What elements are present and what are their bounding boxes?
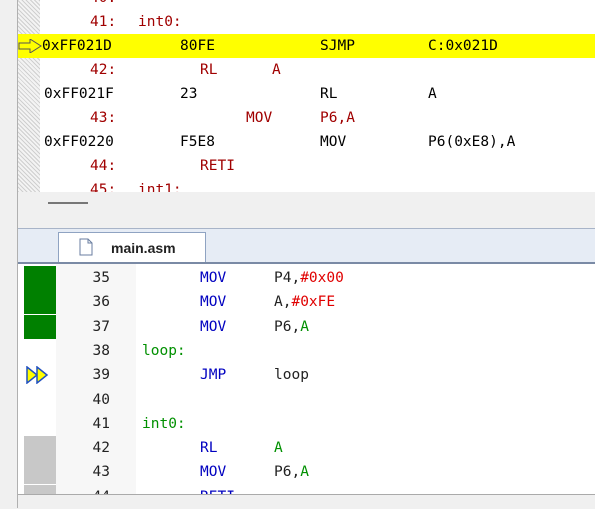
left-panel-edge xyxy=(0,0,18,508)
line-number: 35 xyxy=(92,270,110,286)
source-line-number: 42: xyxy=(90,62,117,78)
source-line-number: 43: xyxy=(90,110,117,126)
code-editor[interactable]: 35 MOV P4,#0x00 36 MOV A,#0xFE 37 MOV P6,A 38 loop… xyxy=(18,262,595,494)
code-line: 38 loop: xyxy=(18,339,595,363)
disasm-source-row: 40: xyxy=(18,0,595,10)
source-line-number: 40: xyxy=(90,0,116,10)
code-label: int0: xyxy=(142,415,186,432)
disasm-instruction-row: 0xFF021F 23 RL A xyxy=(18,82,595,106)
executed-line-marker xyxy=(24,290,56,315)
code-line: 43 MOV P6,A xyxy=(18,460,595,485)
disasm-source-row: 43: MOV P6,A xyxy=(18,106,595,130)
code-line: 40 xyxy=(18,388,595,412)
disasm-address: 0xFF021F xyxy=(44,86,114,102)
code-line: 36 MOV A,#0xFE xyxy=(18,290,595,315)
line-number: 40 xyxy=(92,391,110,408)
disasm-source-row: 44: RETI xyxy=(18,154,595,178)
source-line-number: 44: xyxy=(90,158,117,174)
code-mnemonic: MOV xyxy=(200,464,227,481)
disasm-address: 0xFF0220 xyxy=(44,134,114,150)
line-number: 43 xyxy=(92,464,110,481)
disasm-bytes: 23 xyxy=(180,86,198,102)
code-line: 39 JMP loop xyxy=(18,363,595,387)
code-operands: A,#0xFE xyxy=(274,290,335,314)
disasm-address: 0xFF021D xyxy=(42,38,112,54)
source-operands: A xyxy=(272,62,281,78)
operand-text: loop xyxy=(274,367,309,384)
source-mnemonic: RL xyxy=(200,62,218,78)
code-coverage-marker xyxy=(24,484,56,494)
operand-value: #0x00 xyxy=(300,270,344,286)
scroll-thumb[interactable] xyxy=(48,202,88,204)
source-mnemonic: MOV xyxy=(246,110,273,126)
tab-main-asm[interactable]: main.asm xyxy=(58,232,206,263)
code-mnemonic: RL xyxy=(200,440,218,457)
line-number: 36 xyxy=(92,294,110,311)
disassembly-hscrollbar[interactable] xyxy=(18,192,595,214)
operand-value: A xyxy=(300,318,309,335)
current-instruction-arrow-icon xyxy=(18,39,42,53)
code-line: 41 int0: xyxy=(18,412,595,436)
operand-value: A xyxy=(300,464,309,481)
source-operands: P6,A xyxy=(320,110,355,126)
operand-value: A xyxy=(274,440,283,457)
code-operands: P6,A xyxy=(274,460,309,484)
code-operands: P4,#0x00 xyxy=(274,266,344,290)
code-line: 44 RETI xyxy=(18,484,595,494)
disasm-operands: P6(0xE8),A xyxy=(428,134,516,150)
line-number: 39 xyxy=(92,367,110,384)
operand-text: P4, xyxy=(274,270,301,286)
line-number: 37 xyxy=(92,318,110,335)
disasm-source-row: 41: int0: xyxy=(18,10,595,34)
code-mnemonic: MOV xyxy=(200,318,227,335)
code-coverage-marker xyxy=(24,436,56,461)
disasm-bytes: F5E8 xyxy=(180,134,215,150)
disasm-mnemonic: MOV xyxy=(320,134,347,150)
tab-label: main.asm xyxy=(111,240,176,256)
source-line-number: 41: xyxy=(90,14,117,30)
disasm-mnemonic: SJMP xyxy=(320,38,355,54)
code-coverage-marker xyxy=(24,460,56,485)
operand-text: A, xyxy=(274,294,292,311)
editor-tab-bar: main.asm xyxy=(18,228,595,263)
disasm-mnemonic: RL xyxy=(320,86,338,102)
code-mnemonic: MOV xyxy=(200,270,227,286)
operand-text: P6, xyxy=(274,318,301,335)
code-mnemonic: MOV xyxy=(200,294,227,311)
code-line: 37 MOV P6,A xyxy=(18,314,595,339)
code-label: loop: xyxy=(142,342,186,359)
file-icon xyxy=(79,238,93,256)
execution-pointer-icon xyxy=(26,366,49,385)
code-line: 42 RL A xyxy=(18,436,595,461)
line-number: 41 xyxy=(92,415,110,432)
line-number: 42 xyxy=(92,440,110,457)
code-operands: A xyxy=(274,436,283,460)
disasm-operands: A xyxy=(428,86,437,102)
disasm-instruction-row: 0xFF0220 F5E8 MOV P6(0xE8),A xyxy=(18,130,595,154)
disasm-bytes: 80FE xyxy=(180,38,215,54)
executed-line-marker xyxy=(24,266,56,290)
operand-text: P6, xyxy=(274,464,301,481)
operand-value: #0xFE xyxy=(291,294,336,311)
code-operands: loop xyxy=(274,363,309,387)
line-number: 44 xyxy=(70,485,110,494)
disasm-source-row: 42: RL A xyxy=(18,58,595,82)
disasm-operands: C:0x021D xyxy=(428,38,498,54)
editor-hscrollbar[interactable] xyxy=(18,494,595,509)
executed-line-marker xyxy=(24,314,56,339)
code-mnemonic: RETI xyxy=(200,485,235,494)
code-line: 35 MOV P4,#0x00 xyxy=(18,266,595,290)
source-label: int0: xyxy=(138,14,182,30)
disassembly-pane[interactable]: 40: 41: int0: 0xFF021D 80FE SJMP C:0x021D 42: RL… xyxy=(18,0,595,214)
source-mnemonic: RETI xyxy=(200,158,235,174)
code-mnemonic: JMP xyxy=(200,367,227,384)
code-operands: P6,A xyxy=(274,315,309,339)
line-number: 38 xyxy=(92,342,110,359)
disasm-instruction-row: 0xFF021D 80FE SJMP C:0x021D xyxy=(18,34,595,58)
